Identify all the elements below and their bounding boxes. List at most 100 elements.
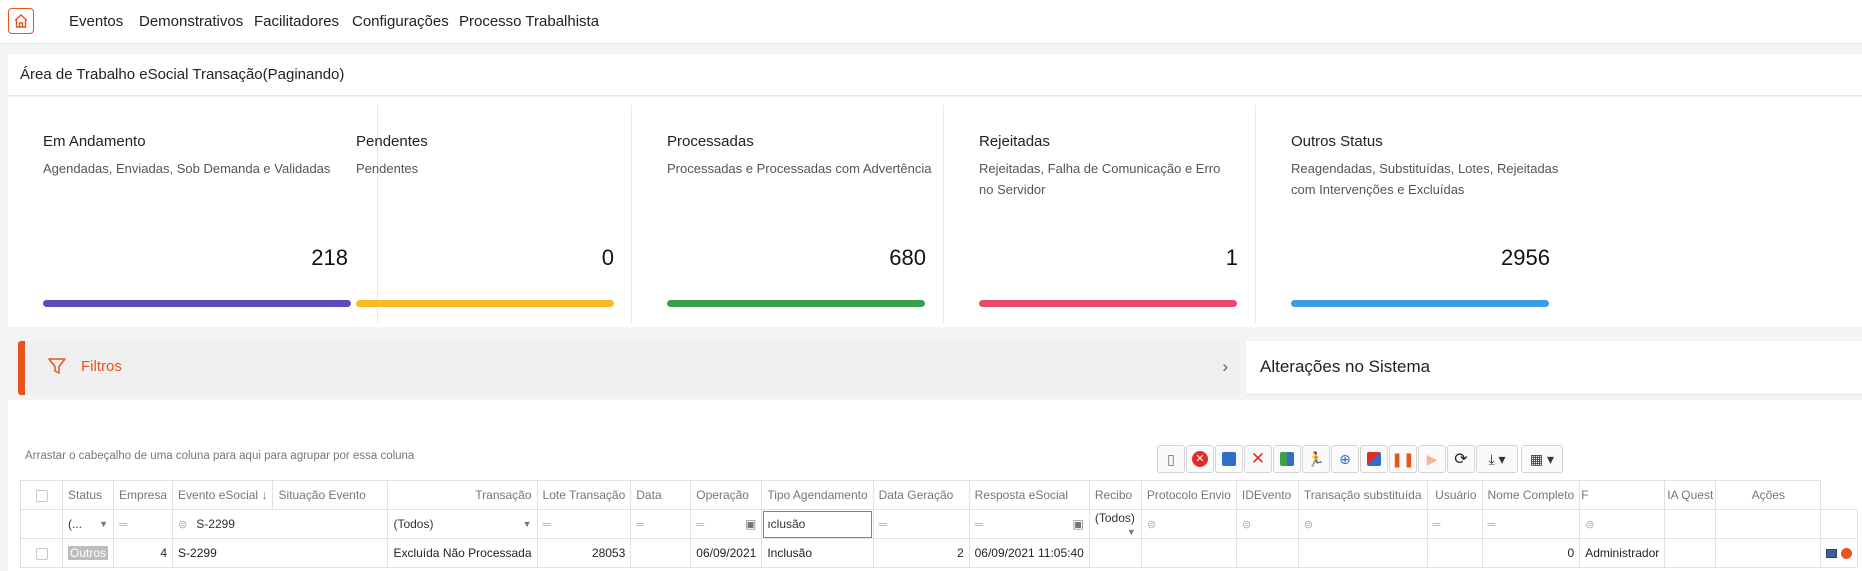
system-changes-panel[interactable]: Alterações no Sistema: [1246, 341, 1862, 395]
card-pendentes[interactable]: Pendentes Pendentes 0: [321, 105, 632, 323]
nav-demonstrativos[interactable]: Demonstrativos: [139, 13, 243, 30]
filter-empresa[interactable]: ═: [113, 509, 174, 539]
col-header-protocolo[interactable]: Protocolo Envio: [1140, 480, 1237, 510]
col-header-transacao[interactable]: Transação: [387, 480, 538, 510]
run-button[interactable]: 🏃: [1302, 445, 1330, 473]
filter-evento[interactable]: ⊜ S-2299: [172, 509, 389, 539]
col-header-idevento[interactable]: IDEvento: [1235, 480, 1299, 510]
col-header-data-geracao[interactable]: Data Geração: [872, 480, 970, 510]
filter-data[interactable]: ═ ▣: [690, 509, 763, 539]
transfer-button[interactable]: [1273, 445, 1301, 473]
filter-recibo[interactable]: ⊜: [1140, 509, 1237, 539]
row-checkbox[interactable]: [20, 538, 63, 568]
col-header-acoes: Ações: [1715, 480, 1822, 510]
card-bar: [356, 300, 614, 307]
card-value: 2956: [1501, 245, 1550, 270]
col-header-recibo[interactable]: Recibo: [1088, 480, 1142, 510]
card-bar: [1291, 300, 1549, 307]
card-value: 0: [601, 245, 614, 270]
filter-usuario[interactable]: ═: [1481, 509, 1581, 539]
running-person-icon: 🏃: [1307, 450, 1325, 467]
cancel-button[interactable]: ✕: [1186, 445, 1214, 473]
filter-operator-icon: ⊜: [178, 519, 187, 531]
cell-idevento: [1297, 538, 1428, 568]
nav-facilitadores[interactable]: Facilitadores: [254, 13, 339, 30]
col-header-usuario[interactable]: Usuário: [1426, 480, 1483, 510]
cell-transacao: 28053: [536, 538, 632, 568]
col-header-lote[interactable]: Lote Transação: [536, 480, 632, 510]
refresh-button[interactable]: ⟳: [1447, 445, 1475, 473]
cancel-circle-icon: ✕: [1192, 451, 1208, 467]
filter-f[interactable]: [1664, 509, 1717, 539]
view-xml-icon[interactable]: [1826, 549, 1838, 559]
card-title: Rejeitadas: [979, 133, 1050, 150]
cell-operacao: Inclusão: [761, 538, 874, 568]
chevron-down-icon: ▼: [99, 519, 109, 529]
col-header-f[interactable]: F: [1579, 480, 1666, 510]
edit-button[interactable]: [1360, 445, 1388, 473]
chevron-down-icon: ▼: [1126, 527, 1136, 537]
filter-situacao[interactable]: (Todos) ▼: [387, 509, 538, 539]
column-chooser-dropdown[interactable]: ▦ ▾: [1521, 445, 1563, 473]
filter-idevento[interactable]: ⊜: [1297, 509, 1428, 539]
home-button[interactable]: [8, 8, 34, 34]
card-outros-status[interactable]: Outros Status Reagendadas, Substituídas,…: [1256, 105, 1568, 323]
table-icon: ▦ ▾: [1529, 450, 1555, 467]
filter-transacao-substituida[interactable]: ═: [1426, 509, 1483, 539]
new-document-button[interactable]: ▯: [1157, 445, 1185, 473]
delete-button[interactable]: ✕: [1244, 445, 1272, 473]
card-subtitle: Pendentes: [356, 161, 419, 176]
filter-operator-icon: ═: [542, 519, 551, 531]
col-header-resposta[interactable]: Resposta eSocial: [968, 480, 1090, 510]
filter-operator-icon: ⊜: [1146, 519, 1156, 531]
system-changes-label: Alterações no Sistema: [1260, 357, 1431, 376]
table-row[interactable]: Outros 4 S-2299 Excluída Não Processada …: [20, 538, 1858, 568]
edit-icon: [1367, 452, 1381, 466]
save-button[interactable]: [1215, 445, 1243, 473]
cell-f: [1664, 538, 1717, 568]
filter-status[interactable]: (... ▼: [61, 509, 115, 539]
filter-operator-icon: ═: [974, 519, 983, 531]
col-header-operacao[interactable]: Operação: [690, 480, 763, 510]
nav-configuracoes[interactable]: Configurações: [352, 13, 449, 30]
col-header-transacao-substituida[interactable]: Transação substituída: [1297, 480, 1428, 510]
nav-eventos[interactable]: Eventos: [69, 13, 123, 30]
filter-data-geracao[interactable]: ═ ▣: [968, 509, 1090, 539]
play-button[interactable]: ▶: [1418, 445, 1446, 473]
select-all-checkbox[interactable]: [20, 480, 63, 510]
filter-cell-select: [20, 509, 63, 539]
pause-button[interactable]: ❚❚: [1389, 445, 1417, 473]
filter-resposta[interactable]: (Todos) ▼: [1088, 509, 1142, 539]
filter-lote[interactable]: ═: [630, 509, 692, 539]
card-value: 1: [1225, 245, 1238, 270]
filter-protocolo[interactable]: ⊜: [1235, 509, 1299, 539]
col-header-status[interactable]: Status: [61, 480, 115, 510]
filter-operator-icon: ═: [1432, 519, 1441, 531]
filter-transacao[interactable]: ═: [536, 509, 632, 539]
card-value: 680: [889, 245, 926, 270]
filter-operacao[interactable]: ıclusão: [761, 509, 874, 539]
grid-filter-row: (... ▼ ═ ⊜ S-2299 (Todos) ▼ ═ ═ ═ ▣ ıclusão…: [20, 509, 1858, 539]
error-info-icon[interactable]: [1840, 548, 1852, 560]
add-document-button[interactable]: ⊕: [1331, 445, 1359, 473]
grid-area: Arrastar o cabeçalho de uma coluna para …: [8, 400, 1862, 571]
nav-processo-trabalhista[interactable]: Processo Trabalhista: [459, 13, 599, 30]
export-dropdown[interactable]: ⤓ ▾: [1476, 445, 1518, 473]
col-header-situacao[interactable]: Situação Evento: [272, 480, 389, 510]
col-header-nome[interactable]: Nome Completo: [1481, 480, 1581, 510]
col-header-evento[interactable]: Evento eSocial ↓: [172, 480, 274, 510]
col-header-empresa[interactable]: Empresa: [113, 480, 174, 510]
col-header-ia-quest[interactable]: IA Quest: [1664, 480, 1717, 510]
card-processadas[interactable]: Processadas Processadas e Processadas co…: [632, 105, 944, 323]
card-bar: [979, 300, 1237, 307]
filter-nome[interactable]: ⊜: [1579, 509, 1666, 539]
chevron-right-icon[interactable]: ›: [1222, 357, 1228, 377]
filters-panel[interactable]: Filtros ›: [18, 341, 1240, 395]
col-header-tipo-agendamento[interactable]: Tipo Agendamento: [761, 480, 874, 510]
filter-tipo-agendamento[interactable]: ═: [872, 509, 970, 539]
calendar-icon[interactable]: ▣: [1073, 517, 1084, 531]
col-header-data[interactable]: Data: [630, 480, 692, 510]
filter-ia-quest[interactable]: [1715, 509, 1822, 539]
calendar-icon[interactable]: ▣: [745, 517, 756, 531]
card-rejeitadas[interactable]: Rejeitadas Rejeitadas, Falha de Comunica…: [944, 105, 1256, 323]
